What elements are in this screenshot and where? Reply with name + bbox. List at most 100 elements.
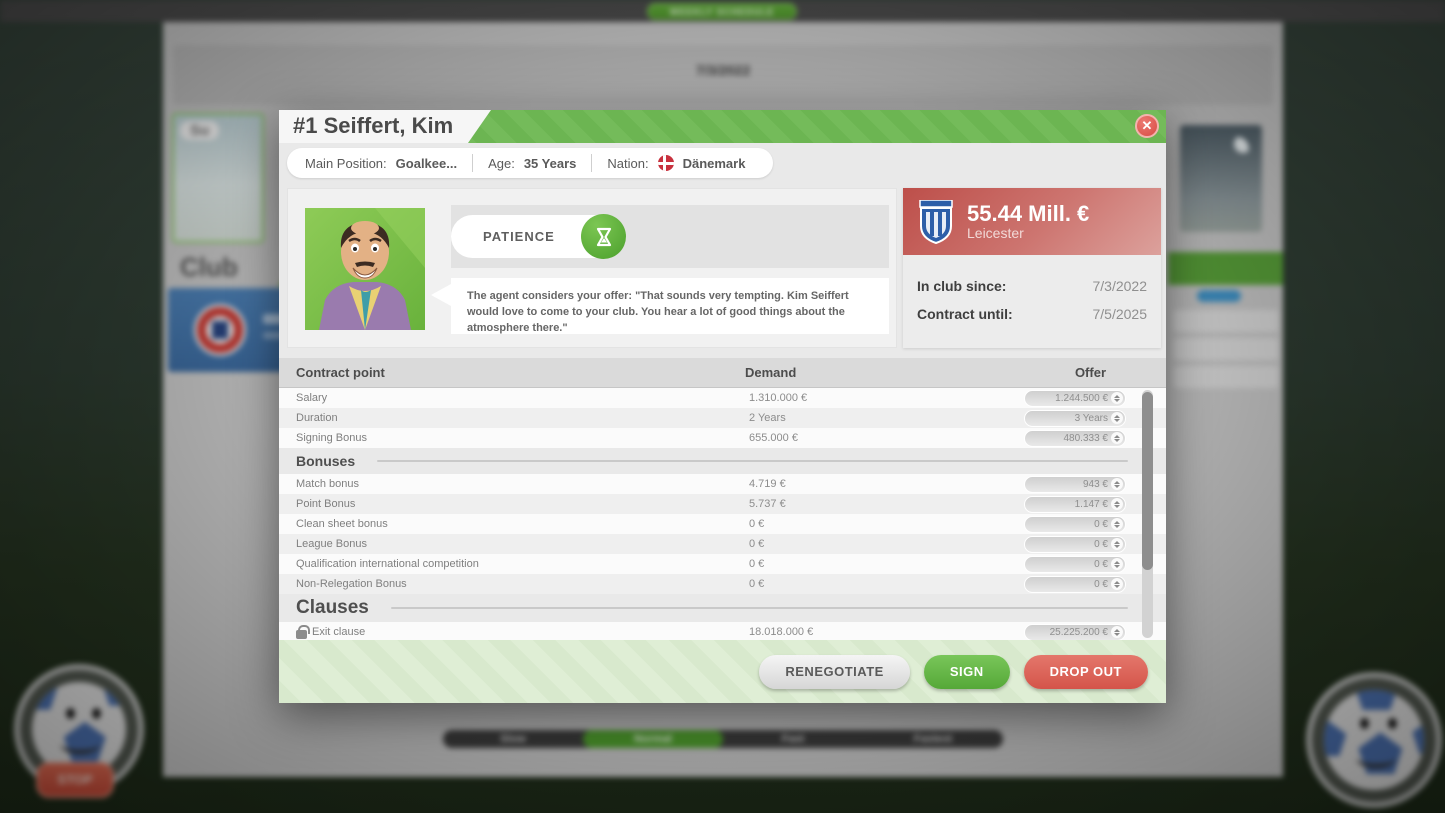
offer-input[interactable]: 943 € (1025, 477, 1125, 492)
renegotiate-button[interactable]: RENEGOTIATE (759, 655, 909, 689)
row-demand: 0 € (725, 518, 1025, 530)
club-shield-icon (917, 200, 955, 244)
row-label: Point Bonus (279, 498, 725, 510)
stepper-icon[interactable] (1111, 558, 1123, 570)
table-row-duration: Duration 2 Years 3 Years (279, 408, 1166, 428)
col-contract-point: Contract point (279, 365, 725, 380)
stepper-icon[interactable] (1111, 626, 1123, 638)
table-row-clean-sheet-bonus: Clean sheet bonus 0 € 0 € (279, 514, 1166, 534)
row-label: Match bonus (279, 478, 725, 490)
offer-input[interactable]: 0 € (1025, 517, 1125, 532)
main-position-label: Main Position: (305, 156, 387, 171)
in-club-since-row: In club since: 7/3/2022 (917, 278, 1147, 294)
row-label: Salary (279, 392, 725, 404)
offer-input[interactable]: 0 € (1025, 577, 1125, 592)
row-demand: 0 € (725, 538, 1025, 550)
speech-bubble-arrow (431, 284, 451, 306)
offer-input[interactable]: 0 € (1025, 557, 1125, 572)
hourglass-icon (581, 214, 626, 259)
contract-until-label: Contract until: (917, 306, 1013, 322)
app-root: WEEKLY SCHEDULE 7/3/2022 Su Club (0, 0, 1445, 813)
offer-input[interactable]: 0 € (1025, 537, 1125, 552)
stepper-icon[interactable] (1111, 412, 1123, 424)
table-row-exit-clause: Exit clause 18.018.000 € 25.225.200 € (279, 622, 1166, 640)
row-label: Qualification international competition (279, 558, 725, 570)
bonuses-section-heading: Bonuses (279, 448, 1166, 474)
col-offer: Offer (1025, 365, 1166, 380)
row-demand: 0 € (725, 578, 1025, 590)
table-row-qualification-bonus: Qualification international competition … (279, 554, 1166, 574)
stepper-icon[interactable] (1111, 478, 1123, 490)
row-demand: 655.000 € (725, 432, 1025, 444)
patience-panel: PATIENCE (451, 205, 889, 268)
row-demand: 1.310.000 € (725, 392, 1025, 404)
market-value: 55.44 Mill. € (967, 202, 1089, 225)
stepper-icon[interactable] (1111, 578, 1123, 590)
dialog-footer: RENEGOTIATE SIGN DROP OUT (279, 640, 1166, 703)
club-name: Leicester (967, 225, 1089, 241)
table-row-signing-bonus: Signing Bonus 655.000 € 480.333 € (279, 428, 1166, 448)
divider (472, 154, 473, 172)
contract-until-row: Contract until: 7/5/2025 (917, 306, 1147, 322)
in-club-since-value: 7/3/2022 (1093, 278, 1148, 294)
row-demand: 5.737 € (725, 498, 1025, 510)
row-label: Clean sheet bonus (279, 518, 725, 530)
col-demand: Demand (725, 365, 1025, 380)
row-label: Duration (279, 412, 725, 424)
contract-table-body: Salary 1.310.000 € 1.244.500 € Duration … (279, 388, 1166, 640)
table-row-league-bonus: League Bonus 0 € 0 € (279, 534, 1166, 554)
row-label: Exit clause (312, 626, 365, 638)
row-demand: 4.719 € (725, 478, 1025, 490)
nation-label: Nation: (607, 156, 648, 171)
offer-input[interactable]: 1.147 € (1025, 497, 1125, 512)
table-row-match-bonus: Match bonus 4.719 € 943 € (279, 474, 1166, 494)
player-name-title: #1 Seiffert, Kim (293, 113, 453, 139)
table-row-point-bonus: Point Bonus 5.737 € 1.147 € (279, 494, 1166, 514)
row-label: Signing Bonus (279, 432, 725, 444)
sign-button[interactable]: SIGN (924, 655, 1010, 689)
age-label: Age: (488, 156, 515, 171)
offer-input[interactable]: 480.333 € (1025, 431, 1125, 446)
contract-table-header: Contract point Demand Offer (279, 358, 1166, 388)
denmark-flag-icon (658, 155, 674, 171)
current-club-card: 55.44 Mill. € Leicester In club since: 7… (903, 188, 1161, 348)
divider (591, 154, 592, 172)
table-scrollbar[interactable] (1142, 390, 1153, 638)
section-divider (377, 460, 1128, 462)
scrollbar-thumb[interactable] (1142, 392, 1153, 570)
offer-input[interactable]: 3 Years (1025, 411, 1125, 426)
contract-negotiation-dialog: #1 Seiffert, Kim ✕ Main Position: Goalke… (279, 110, 1166, 703)
age-value: 35 Years (524, 156, 577, 171)
patience-pill: PATIENCE (451, 215, 626, 258)
row-demand: 2 Years (725, 412, 1025, 424)
agent-speech-bubble: The agent considers your offer: "That so… (451, 278, 889, 334)
in-club-since-label: In club since: (917, 278, 1006, 294)
row-label: League Bonus (279, 538, 725, 550)
stepper-icon[interactable] (1111, 392, 1123, 404)
agent-message: The agent considers your offer: "That so… (451, 278, 889, 348)
section-divider (391, 607, 1128, 609)
stepper-icon[interactable] (1111, 538, 1123, 550)
agent-section: PATIENCE The agent considers your offer:… (287, 188, 897, 348)
drop-out-button[interactable]: DROP OUT (1024, 655, 1148, 689)
row-label: Non-Relegation Bonus (279, 578, 725, 590)
table-row-non-relegation-bonus: Non-Relegation Bonus 0 € 0 € (279, 574, 1166, 594)
stepper-icon[interactable] (1111, 518, 1123, 530)
dialog-header: #1 Seiffert, Kim ✕ (279, 110, 1166, 143)
offer-input[interactable]: 25.225.200 € (1025, 625, 1125, 640)
lock-icon (296, 630, 307, 639)
close-icon[interactable]: ✕ (1135, 114, 1159, 138)
contract-until-value: 7/5/2025 (1093, 306, 1148, 322)
nation-value: Dänemark (683, 156, 746, 171)
offer-input[interactable]: 1.244.500 € (1025, 391, 1125, 406)
stepper-icon[interactable] (1111, 432, 1123, 444)
row-demand: 0 € (725, 558, 1025, 570)
table-row-salary: Salary 1.310.000 € 1.244.500 € (279, 388, 1166, 408)
patience-label: PATIENCE (483, 229, 555, 244)
agent-portrait (305, 208, 425, 330)
stepper-icon[interactable] (1111, 498, 1123, 510)
player-info-bar: Main Position: Goalkee... Age: 35 Years … (287, 148, 773, 178)
club-card-header: 55.44 Mill. € Leicester (903, 188, 1161, 255)
row-demand: 18.018.000 € (725, 626, 1025, 638)
clauses-section-heading: Clauses (279, 594, 1166, 622)
